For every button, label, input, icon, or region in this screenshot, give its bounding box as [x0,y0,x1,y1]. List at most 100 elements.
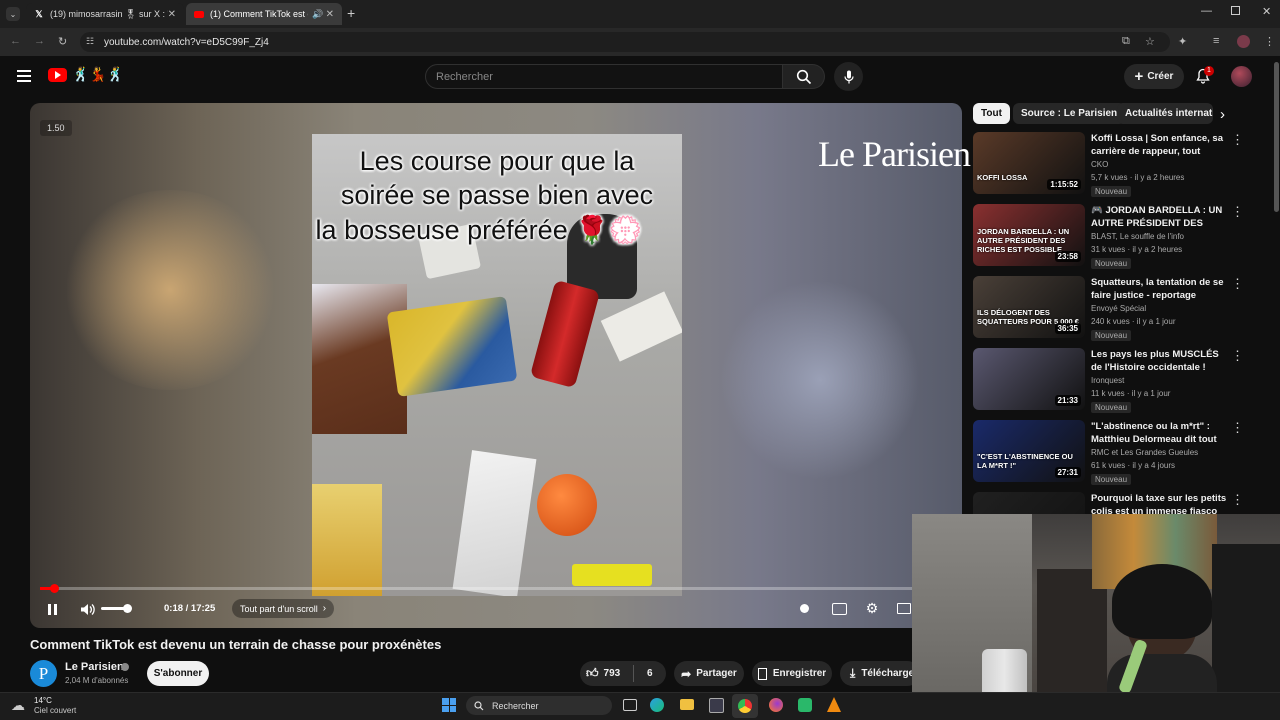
search-input[interactable]: Rechercher [425,64,783,89]
chips-next-chevron-icon[interactable]: › [1220,106,1225,123]
youtube-logo[interactable] [48,68,67,82]
like-button[interactable]: 👍︎ 793 [586,666,620,681]
video-thumbnail[interactable]: "C'EST L'ABSTINENCE OU LA M*RT !" 27:31 [973,420,1085,482]
maximize-window-icon[interactable] [1231,6,1240,15]
share-arrow-icon: ➦ [681,666,692,681]
chrome-icon[interactable] [732,694,758,718]
taskbar-search[interactable]: Rechercher [466,696,612,715]
x-logo-icon: 𝕏 [35,8,43,19]
more-options-icon[interactable]: ⋮ [1231,276,1244,292]
site-info-icon[interactable]: ☷ [86,36,94,47]
volume-button[interactable] [77,599,97,619]
more-options-icon[interactable]: ⋮ [1231,420,1244,436]
recommendation-item[interactable]: 21:33 Les pays les plus MUSCLÉS de l'Hist… [973,348,1273,413]
back-icon[interactable]: ← [10,35,21,47]
recommendation-channel[interactable]: Ironquest [1091,376,1124,385]
voice-search-button[interactable] [834,62,863,91]
chip-source[interactable]: Source : Le Parisien [1013,103,1126,124]
video-thumbnail[interactable]: LES PETITS COLIS [973,492,1085,514]
subtitles-button[interactable] [830,601,848,616]
reload-icon[interactable]: ↻ [58,35,67,48]
progress-bar[interactable] [40,587,920,590]
recommendation-title[interactable]: Squatteurs, la tentation de se faire jus… [1091,276,1229,302]
video-thumbnail[interactable]: JORDAN BARDELLA : UN AUTRE PRÉSIDENT DES… [973,204,1085,266]
install-app-icon[interactable]: ⧉ [1122,35,1130,48]
recommendation-item[interactable]: KOFFI LOSSA 1:15:52 Koffi Lossa | Son enfa… [973,132,1273,197]
recommendation-title[interactable]: Pourquoi la taxe sur les petits colis es… [1091,492,1229,514]
recommendation-title[interactable]: Koffi Lossa | Son enfance, sa carrière d… [1091,132,1229,158]
video-thumbnail[interactable]: ILS DÉLOGENT DES SQUATTEURS POUR 5 000 €… [973,276,1085,338]
pause-button[interactable] [42,599,62,619]
like-count: 793 [603,668,621,679]
video-caption-line-2: soirée se passe bien avec [340,180,654,210]
miniplayer-button[interactable] [896,601,912,616]
windows-start-icon[interactable] [442,698,456,712]
recommendation-channel[interactable]: Envoyé Spécial [1091,304,1146,313]
autoplay-toggle[interactable] [795,601,813,616]
tab-list-chevron-icon[interactable]: ⌄ [6,7,20,21]
microsoft-store-icon[interactable] [709,698,724,713]
new-badge: Nouveau [1091,258,1132,269]
more-options-icon[interactable]: ⋮ [1231,132,1244,148]
hamburger-menu-icon[interactable] [17,70,31,82]
edge-browser-icon[interactable] [650,698,664,712]
firefox-icon[interactable] [769,698,783,712]
bookmark-star-icon[interactable]: ☆ [1145,35,1155,48]
chat-app-icon[interactable] [798,698,812,712]
tab-audio-icon[interactable]: 🔊 [312,9,323,20]
recommendation-channel[interactable]: CKO [1091,160,1108,169]
profile-avatar[interactable] [1237,35,1250,48]
channel-avatar[interactable]: P [30,660,57,687]
download-button[interactable]: ⤓ Télécharge [840,661,920,686]
subtitles-icon [831,602,847,615]
search-button[interactable] [783,64,825,89]
time-display: 0:18 / 17:25 [164,603,216,614]
recommendation-item[interactable]: "C'EST L'ABSTINENCE OU LA M*RT !" 27:31 "L… [973,420,1273,485]
settings-button[interactable]: ⚙ [863,599,881,617]
more-options-icon[interactable]: ⋮ [1231,492,1244,508]
account-avatar[interactable] [1231,66,1252,87]
weather-temperature[interactable]: 14°C [34,696,52,705]
channel-name[interactable]: Le Parisien [65,661,124,673]
sidebar-scrollbar[interactable] [1274,62,1279,212]
vlc-icon[interactable] [827,697,841,712]
duration-badge: 1:15:52 [1047,179,1081,190]
recommendation-channel[interactable]: RMC et Les Grandes Gueules [1091,448,1198,457]
file-explorer-icon[interactable] [680,699,694,710]
recommendation-title[interactable]: 🎮 JORDAN BARDELLA : UN AUTRE PRÉSIDENT D… [1091,204,1229,230]
chip-all[interactable]: Tout [973,103,1010,124]
recommendation-channel[interactable]: BLAST, Le souffle de l'info [1091,232,1184,241]
create-button[interactable]: + Créer [1124,64,1184,89]
minimize-window-icon[interactable]: — [1201,5,1212,17]
save-button[interactable]: Enregistrer [752,661,832,686]
chip-news[interactable]: Actualités internati [1117,103,1213,124]
subscribe-button[interactable]: S'abonner [147,661,209,686]
browser-menu-icon[interactable]: ⋮ [1264,35,1275,48]
media-controls-icon[interactable]: ≡ [1213,35,1219,47]
dislike-count[interactable]: 6 [647,668,653,679]
close-tab-icon[interactable]: ✕ [168,9,176,20]
video-title: Comment TikTok est devenu un terrain de … [30,637,442,652]
more-options-icon[interactable]: ⋮ [1231,348,1244,364]
extensions-icon[interactable]: ✦ [1178,35,1187,48]
volume-slider-handle[interactable] [123,604,132,613]
recommendation-item[interactable]: ILS DÉLOGENT DES SQUATTEURS POUR 5 000 €… [973,276,1273,341]
browser-tab-youtube[interactable]: (1) Comment TikTok est de 🔊 ✕ [186,3,342,25]
video-content-frame: Les course pour que la soirée se passe b… [312,134,682,596]
close-tab-icon[interactable]: ✕ [326,9,334,20]
recommendation-title[interactable]: "L'abstinence ou la m*rt" : Matthieu Del… [1091,420,1229,446]
browser-tab-x[interactable]: 𝕏 (19) mimosarrasin 🎖 sur X : "C ✕ [26,3,184,25]
video-thumbnail[interactable]: 21:33 [973,348,1085,410]
close-window-icon[interactable]: ✕ [1262,5,1271,18]
video-thumbnail[interactable]: KOFFI LOSSA 1:15:52 [973,132,1085,194]
forward-icon[interactable]: → [34,35,45,47]
new-tab-button[interactable]: + [347,5,355,21]
task-view-icon[interactable] [623,699,637,711]
share-button[interactable]: ➦ Partager [674,661,744,686]
chapter-button[interactable]: Tout part d'un scroll › [232,599,335,618]
recommendation-item[interactable]: JORDAN BARDELLA : UN AUTRE PRÉSIDENT DES… [973,204,1273,269]
recommendation-item[interactable]: LES PETITS COLIS Pourquoi la taxe sur les… [973,492,1273,514]
more-options-icon[interactable]: ⋮ [1231,204,1244,220]
recommendation-title[interactable]: Les pays les plus MUSCLÉS de l'Histoire … [1091,348,1229,374]
progress-scrubber-handle[interactable] [50,584,59,593]
